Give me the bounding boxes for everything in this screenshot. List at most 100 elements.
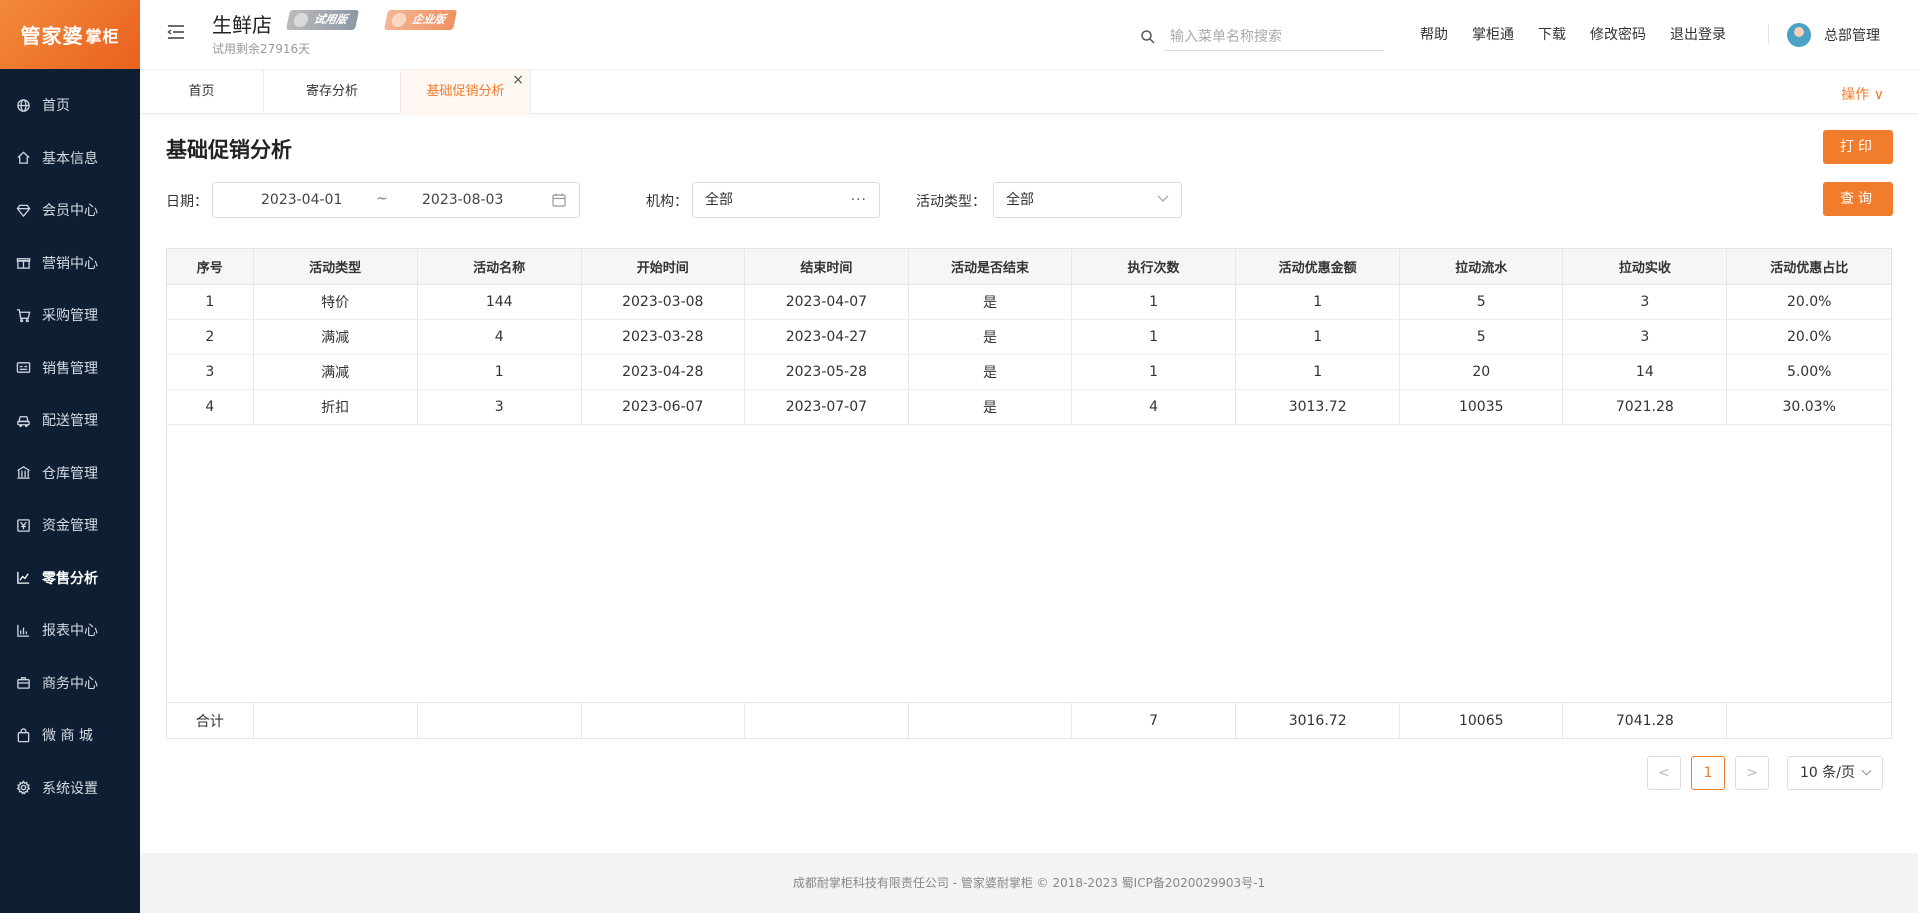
- table-cell: 4: [1071, 389, 1237, 425]
- close-icon[interactable]: ×: [512, 73, 524, 87]
- table-cell: 1: [1071, 284, 1237, 320]
- page-title: 基础促销分析: [166, 138, 292, 162]
- tab-home[interactable]: 首页: [140, 70, 264, 114]
- org-select[interactable]: 全部 ···: [692, 182, 880, 218]
- sidebar-item-5[interactable]: 销售管理: [0, 342, 140, 395]
- sidebar-item-9[interactable]: 零售分析: [0, 552, 140, 605]
- table-cell: 2023-03-08: [581, 284, 745, 320]
- query-button[interactable]: 查询: [1823, 182, 1893, 216]
- search-input[interactable]: [1164, 23, 1384, 51]
- column-header: 序号: [167, 249, 254, 285]
- logout-link[interactable]: 退出登录: [1670, 24, 1726, 44]
- column-header: 结束时间: [744, 249, 909, 285]
- briefcase-icon: [14, 674, 32, 692]
- sidebar-item-4[interactable]: 采购管理: [0, 289, 140, 342]
- menu-search: [1140, 22, 1390, 52]
- change-password-link[interactable]: 修改密码: [1590, 24, 1646, 44]
- table-cell: 5: [1399, 284, 1564, 320]
- sidebar-item-label: 配送管理: [42, 413, 98, 430]
- table-cell: 3: [167, 354, 254, 390]
- sidebar-item-6[interactable]: 配送管理: [0, 394, 140, 447]
- table-cell: 是: [908, 389, 1073, 425]
- sidebar-item-8[interactable]: 资金管理: [0, 499, 140, 552]
- globe-icon: [14, 96, 32, 114]
- cart-icon: [14, 306, 32, 324]
- column-header: 活动类型: [253, 249, 418, 285]
- user-name[interactable]: 总部管理: [1824, 25, 1880, 45]
- prev-page-button[interactable]: <: [1647, 756, 1681, 790]
- activity-type-select[interactable]: 全部: [993, 182, 1182, 218]
- table-header-row: 序号 活动类型 活动名称 开始时间 结束时间 活动是否结束 执行次数 活动优惠金额 拉动流水 拉动…: [167, 249, 1891, 285]
- table-cell: 20.0%: [1726, 319, 1891, 355]
- date-range-picker[interactable]: 2023-04-01 ~ 2023-08-03: [212, 182, 580, 218]
- table-cell: 1: [1071, 354, 1237, 390]
- top-header: 生鲜店 试用版 企业版 试用剩余27916天 帮助 掌柜通 下载 修改密码 退出…: [140, 0, 1918, 70]
- sidebar-item-2[interactable]: 会员中心: [0, 184, 140, 237]
- sidebar-item-label: 报表中心: [42, 623, 98, 640]
- sidebar-item-3[interactable]: 营销中心: [0, 237, 140, 290]
- column-header: 开始时间: [581, 249, 745, 285]
- table-cell: 折扣: [253, 389, 418, 425]
- star-icon: [390, 13, 408, 27]
- download-link[interactable]: 下载: [1538, 24, 1566, 44]
- logo[interactable]: 管家婆 掌柜: [0, 0, 140, 69]
- page-1-button[interactable]: 1: [1691, 756, 1725, 790]
- date-end[interactable]: 2023-08-03: [422, 192, 503, 208]
- column-header: 活动是否结束: [908, 249, 1073, 285]
- table-cell: 1: [1235, 354, 1401, 390]
- totals-cell: [744, 703, 909, 738]
- date-start[interactable]: 2023-04-01: [261, 192, 342, 208]
- sidebar-item-13[interactable]: 系统设置: [0, 762, 140, 815]
- sidebar-item-label: 仓库管理: [42, 465, 98, 482]
- column-header: 拉动流水: [1399, 249, 1564, 285]
- store-name: 生鲜店: [212, 13, 272, 37]
- table-cell: 2023-05-28: [744, 354, 909, 390]
- table-row[interactable]: 3 满减 1 2023-04-28 2023-05-28 是 1 1 20 14 5.00%: [167, 354, 1891, 390]
- activity-type-value: 全部: [1006, 192, 1034, 208]
- totals-cell: [253, 703, 418, 738]
- table-cell: 3: [417, 389, 582, 425]
- table-cell: 1: [167, 284, 254, 320]
- column-header: 活动优惠金额: [1235, 249, 1401, 285]
- totals-cell: [1727, 703, 1891, 738]
- sidebar-item-12[interactable]: 微 商 城: [0, 709, 140, 762]
- tab-basic-promo-analysis[interactable]: 基础促销分析 ×: [401, 70, 531, 114]
- operations-dropdown[interactable]: 操作 ∨: [1841, 84, 1884, 104]
- sidebar-item-label: 采购管理: [42, 308, 98, 325]
- table-row[interactable]: 4 折扣 3 2023-06-07 2023-07-07 是 4 3013.72 10035 70…: [167, 389, 1891, 425]
- trial-badge-label: 试用版: [312, 13, 349, 26]
- zhanggui-link[interactable]: 掌柜通: [1472, 24, 1514, 44]
- help-link[interactable]: 帮助: [1420, 24, 1448, 44]
- next-page-button[interactable]: >: [1735, 756, 1769, 790]
- more-icon[interactable]: ···: [851, 183, 867, 217]
- table-cell: 1: [1235, 319, 1401, 355]
- tab-deposit-analysis[interactable]: 寄存分析: [264, 70, 401, 114]
- totals-cell: 7: [1071, 703, 1237, 738]
- sidebar-item-label: 微 商 城: [42, 728, 93, 745]
- table-body: 1 特价 144 2023-03-08 2023-04-07 是 1 1 5 3 20.0% 2 满减 4…: [167, 284, 1891, 425]
- sidebar-item-11[interactable]: 商务中心: [0, 657, 140, 710]
- table-cell: 30.03%: [1726, 389, 1891, 425]
- table-cell: 20: [1399, 354, 1564, 390]
- sidebar-item-10[interactable]: 报表中心: [0, 604, 140, 657]
- table-cell: 2023-07-07: [744, 389, 909, 425]
- table-row[interactable]: 2 满减 4 2023-03-28 2023-04-27 是 1 1 5 3 20.0%: [167, 319, 1891, 355]
- totals-cell: [417, 703, 582, 738]
- print-button[interactable]: 打印: [1823, 130, 1893, 164]
- avatar[interactable]: [1787, 23, 1811, 47]
- gear-icon: [14, 779, 32, 797]
- table-cell: 满减: [253, 354, 418, 390]
- sidebar-item-7[interactable]: 仓库管理: [0, 447, 140, 500]
- sidebar-item-1[interactable]: 基本信息: [0, 132, 140, 185]
- table-cell: 是: [908, 284, 1073, 320]
- sidebar-item-0[interactable]: 首页: [0, 79, 140, 132]
- bar-chart-icon: [14, 621, 32, 639]
- page-size-select[interactable]: 10 条/页: [1787, 756, 1883, 790]
- menu-toggle-icon[interactable]: [166, 22, 186, 42]
- activity-type-label: 活动类型：: [916, 194, 986, 210]
- totals-cell: [908, 703, 1073, 738]
- warehouse-icon: [14, 464, 32, 482]
- footer: 成都耐掌柜科技有限责任公司 - 管家婆耐掌柜 © 2018-2023 蜀ICP备…: [140, 853, 1918, 913]
- table-row[interactable]: 1 特价 144 2023-03-08 2023-04-07 是 1 1 5 3 20.0%: [167, 284, 1891, 320]
- chevron-down-icon: [1157, 195, 1169, 202]
